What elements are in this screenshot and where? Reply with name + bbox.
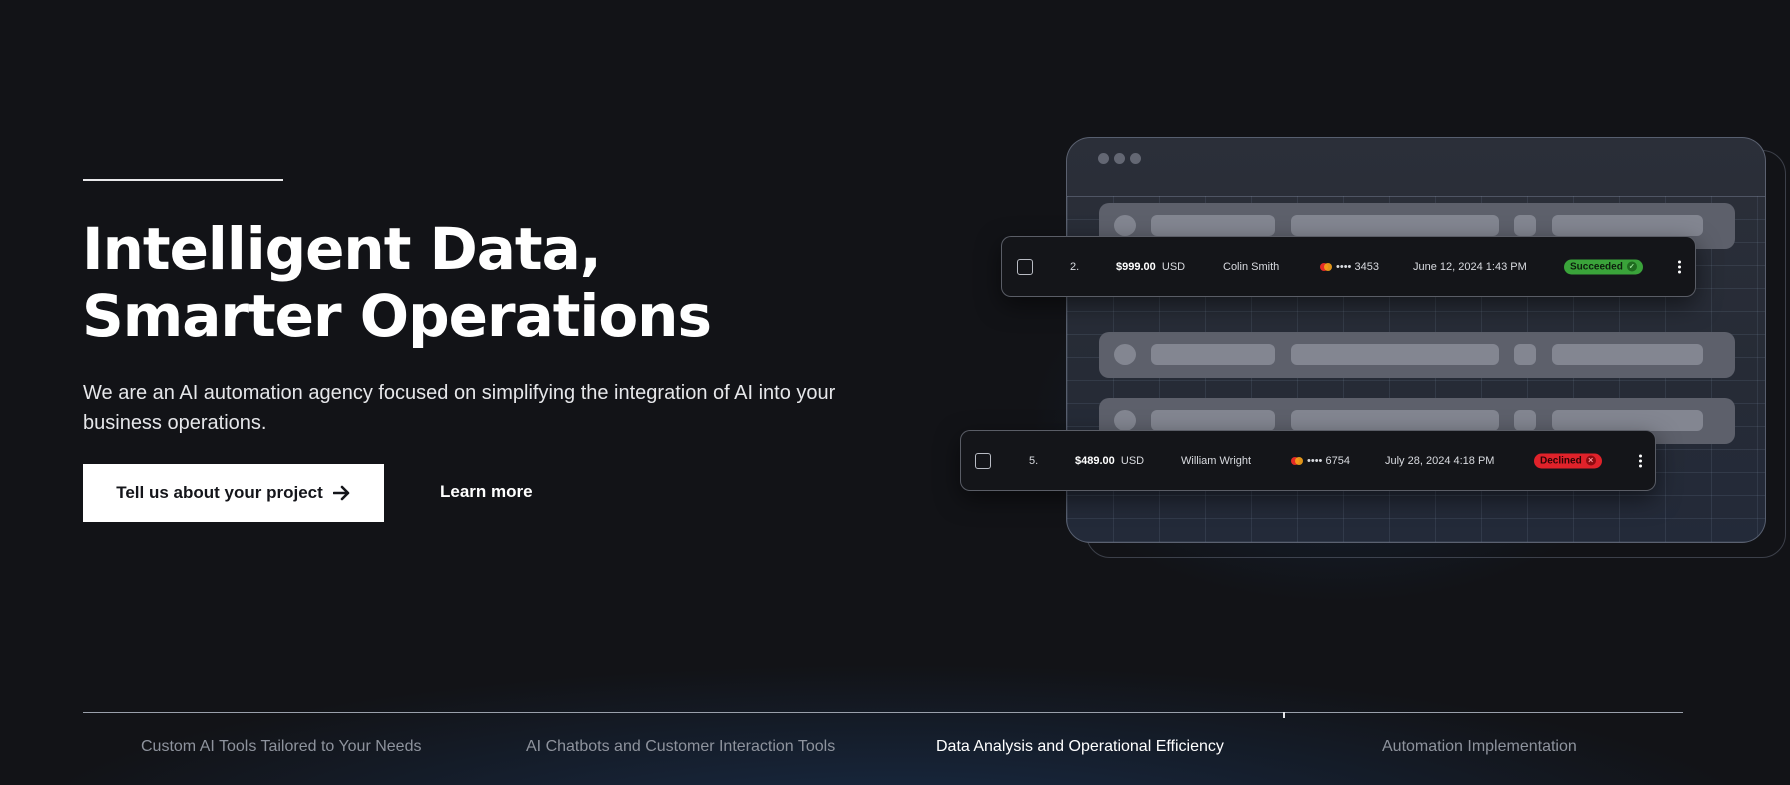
- hero-description: We are an AI automation agency focused o…: [83, 382, 836, 434]
- transaction-row[interactable]: 2. $999.00 USD Colin Smith •••• 3453 Jun…: [1001, 236, 1696, 297]
- row-customer: William Wright: [1181, 454, 1252, 467]
- tab-data-analysis[interactable]: Data Analysis and Operational Efficiency: [936, 738, 1224, 756]
- window-dot-icon: [1098, 153, 1109, 164]
- status-badge: Declined ✕: [1534, 453, 1602, 468]
- more-options-icon[interactable]: [1678, 260, 1681, 273]
- active-tab-indicator: [1283, 712, 1285, 718]
- hero-divider: [83, 179, 283, 181]
- row-card: •••• 3453: [1320, 261, 1379, 273]
- placeholder-row: [1099, 332, 1735, 378]
- hero-title-line-2: Smarter Operations: [82, 282, 712, 350]
- row-datetime: June 12, 2024 1:43 PM: [1413, 260, 1527, 273]
- tab-automation-implementation[interactable]: Automation Implementation: [1382, 738, 1577, 756]
- more-options-icon[interactable]: [1639, 454, 1642, 467]
- row-index: 2.: [1070, 260, 1080, 273]
- row-card: •••• 6754: [1291, 455, 1350, 467]
- tab-ai-chatbots[interactable]: AI Chatbots and Customer Interaction Too…: [526, 738, 835, 756]
- window-dot-icon: [1130, 153, 1141, 164]
- hero-title: Intelligent Data, Smarter Operations: [82, 216, 782, 350]
- window-controls: [1098, 153, 1141, 164]
- window-dot-icon: [1114, 153, 1125, 164]
- row-checkbox[interactable]: [1017, 258, 1033, 275]
- tab-custom-ai-tools[interactable]: Custom AI Tools Tailored to Your Needs: [141, 738, 421, 756]
- check-circle-icon: ✓: [1626, 261, 1637, 272]
- row-amount: $999.00 USD: [1116, 260, 1186, 273]
- project-inquiry-button[interactable]: Tell us about your project: [83, 464, 384, 522]
- learn-more-link[interactable]: Learn more: [440, 482, 533, 502]
- mastercard-icon: [1320, 262, 1332, 271]
- transaction-row[interactable]: 5. $489.00 USD William Wright •••• 6754 …: [960, 430, 1656, 491]
- arrow-right-icon: [332, 485, 350, 501]
- dashboard-topbar-divider: [1067, 196, 1765, 197]
- row-customer: Colin Smith: [1223, 260, 1280, 273]
- row-datetime: July 28, 2024 4:18 PM: [1385, 454, 1495, 467]
- tabs-divider: [83, 712, 1683, 713]
- x-circle-icon: ✕: [1585, 455, 1596, 466]
- hero-title-line-1: Intelligent Data,: [82, 215, 602, 283]
- row-index: 5.: [1029, 454, 1039, 467]
- mastercard-icon: [1291, 456, 1303, 465]
- status-badge: Succeeded ✓: [1564, 259, 1643, 274]
- row-amount: $489.00 USD: [1075, 454, 1145, 467]
- project-inquiry-label: Tell us about your project: [116, 483, 323, 502]
- row-checkbox[interactable]: [975, 452, 991, 469]
